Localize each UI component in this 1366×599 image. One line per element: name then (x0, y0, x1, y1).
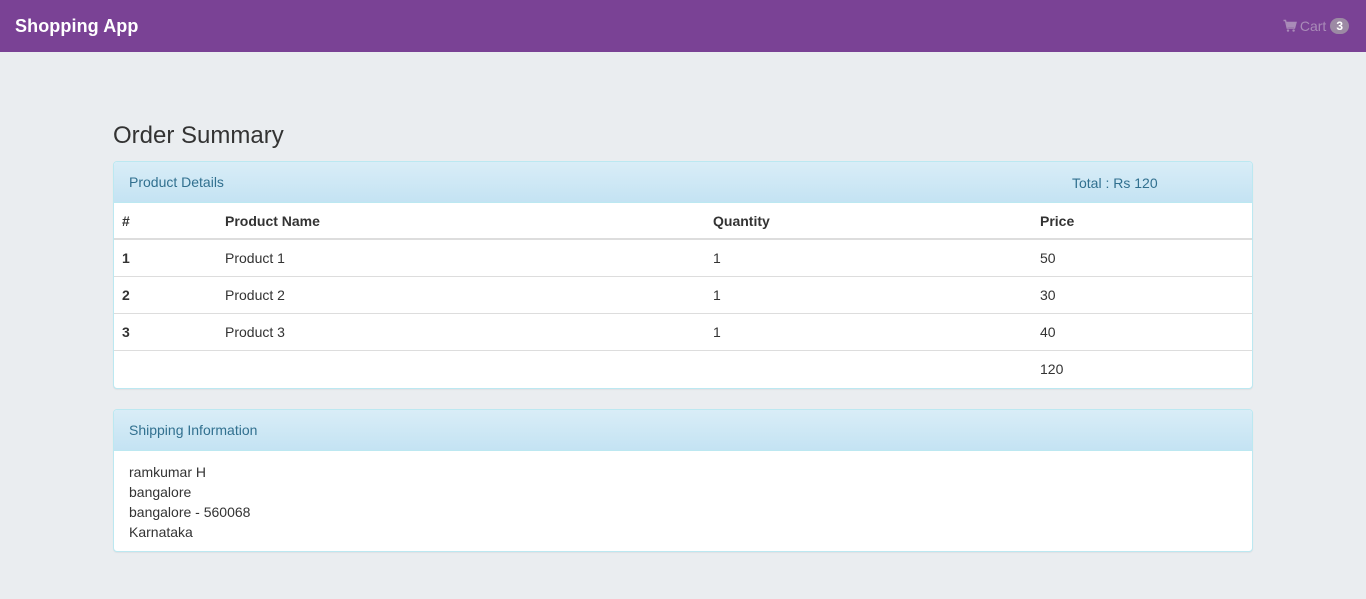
shipping-information-title: Shipping Information (129, 422, 258, 438)
table-header-row: # Product Name Quantity Price (114, 203, 1252, 240)
product-details-panel: Product Details Total : Rs 120 # Product… (113, 161, 1253, 389)
shopping-cart-icon (1283, 19, 1297, 33)
empty-cell (217, 349, 705, 387)
product-name: Product 1 (225, 249, 285, 266)
column-header-product-name: Product Name (217, 203, 705, 240)
product-details-title: Product Details (129, 174, 224, 190)
product-quantity: 1 (713, 249, 721, 266)
shipping-name: ramkumar H (129, 464, 207, 480)
cart-count-badge: 3 (1330, 18, 1349, 34)
table-total-row: 120 (114, 349, 1252, 387)
product-name: Product 2 (217, 275, 705, 313)
cart-label: Cart (1299, 18, 1327, 34)
column-header-quantity: Quantity (705, 203, 1032, 240)
product-price: 50 (1040, 249, 1056, 266)
shipping-information-panel: Shipping Information ramkumar H bangalor… (113, 409, 1253, 552)
column-header-number: # (114, 203, 217, 240)
table-row: 2 Product 2 1 30 (114, 275, 1252, 313)
product-quantity: 1 (705, 275, 1032, 313)
product-details-heading: Product Details Total : Rs 120 (114, 162, 1252, 203)
row-number: 3 (114, 312, 217, 350)
shipping-information-heading: Shipping Information (114, 410, 1252, 451)
row-number: 2 (114, 275, 217, 313)
product-name: Product 3 (217, 312, 705, 350)
shipping-address: ramkumar H bangalore bangalore - 560068 … (114, 451, 1252, 551)
brand-link[interactable]: Shopping App (15, 16, 139, 37)
shipping-city-pincode: bangalore - 560068 (129, 504, 251, 520)
table-row: 3 Product 3 1 40 (114, 312, 1252, 350)
product-price: 40 (1032, 312, 1252, 350)
shipping-address-line: bangalore (129, 484, 192, 500)
navbar: Shopping App Cart 3 (0, 0, 1366, 52)
row-number: 1 (122, 249, 130, 266)
grand-total: 120 (1032, 349, 1252, 387)
cart-link[interactable]: Cart 3 (1283, 18, 1349, 34)
empty-cell (114, 349, 217, 387)
shipping-state: Karnataka (129, 524, 193, 540)
product-quantity: 1 (705, 312, 1032, 350)
products-table: # Product Name Quantity Price 1 Product … (114, 203, 1252, 387)
product-price: 30 (1032, 275, 1252, 313)
empty-cell (705, 349, 1032, 387)
page-title: Order Summary (113, 122, 284, 149)
table-row: 1 Product 1 1 50 (114, 239, 1252, 276)
column-header-price: Price (1032, 203, 1252, 240)
order-total: Total : Rs 120 (1072, 174, 1158, 191)
